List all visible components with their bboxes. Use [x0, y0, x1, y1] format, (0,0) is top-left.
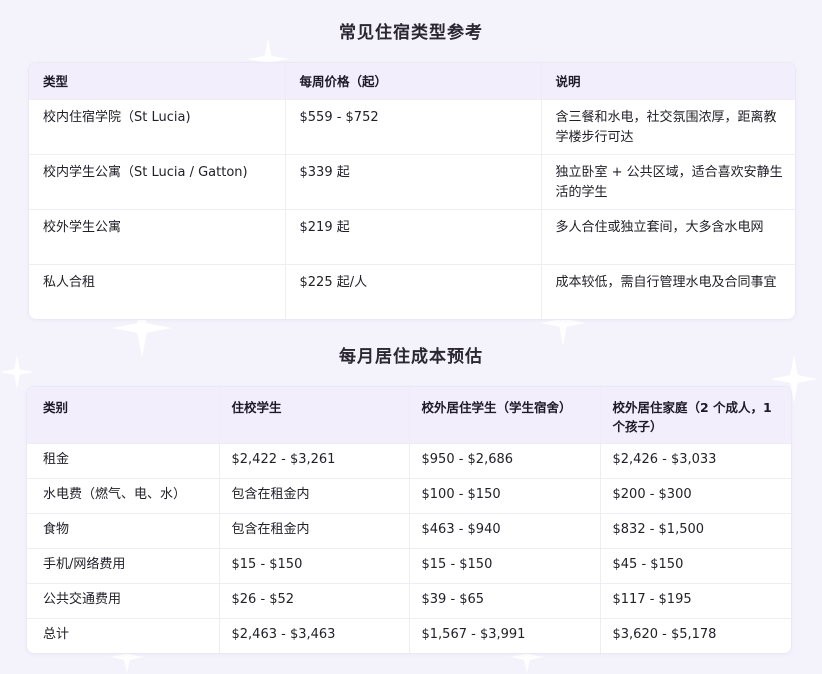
cost-value-cell: 包含在租金内 — [218, 513, 409, 549]
table-row: 食物 包含在租金内 $463 - $940 $832 - $1,500 — [27, 513, 791, 549]
costs-table: 类别 住校学生 校外居住学生（学生宿舍） 校外居住家庭（2 个成人，1 个孩子）… — [27, 387, 791, 653]
column-header-off-campus-student: 校外居住学生（学生宿舍） — [408, 387, 600, 444]
cost-value-cell: $45 - $150 — [599, 548, 791, 584]
cost-value-cell: $15 - $150 — [408, 548, 600, 584]
cost-value-cell: $832 - $1,500 — [599, 513, 791, 549]
cost-value-cell: $200 - $300 — [599, 478, 791, 514]
table-row: 校内住宿学院（St Lucia) $559 - $752 含三餐和水电，社交氛围… — [29, 99, 795, 155]
cost-value-cell: $15 - $150 — [218, 548, 409, 584]
housing-table-card: 类型 每周价格（起） 说明 校内住宿学院（St Lucia) $559 - $7… — [28, 62, 796, 320]
column-header-weekly-price: 每周价格（起） — [284, 63, 541, 100]
housing-type-cell: 校内住宿学院（St Lucia) — [29, 99, 285, 155]
housing-type-cell: 私人合租 — [29, 264, 285, 319]
column-header-description: 说明 — [540, 63, 795, 100]
table-row: 租金 $2,422 - $3,261 $950 - $2,686 $2,426 … — [27, 443, 791, 479]
cost-value-cell: $39 - $65 — [408, 583, 600, 619]
table-header-row: 类别 住校学生 校外居住学生（学生宿舍） 校外居住家庭（2 个成人，1 个孩子） — [27, 387, 791, 444]
table-row: 公共交通费用 $26 - $52 $39 - $65 $117 - $195 — [27, 583, 791, 619]
housing-table: 类型 每周价格（起） 说明 校内住宿学院（St Lucia) $559 - $7… — [29, 63, 795, 319]
cost-category-cell: 公共交通费用 — [27, 583, 219, 619]
housing-type-cell: 校外学生公寓 — [29, 209, 285, 265]
cost-value-cell: $100 - $150 — [408, 478, 600, 514]
cost-value-cell: $2,426 - $3,033 — [599, 443, 791, 479]
table-row: 私人合租 $225 起/人 成本较低，需自行管理水电及合同事宜 — [29, 264, 795, 319]
cost-category-cell: 水电费（燃气、电、水） — [27, 478, 219, 514]
housing-description-cell: 独立卧室 + 公共区域，适合喜欢安静生活的学生 — [540, 154, 795, 210]
cost-category-cell: 手机/网络费用 — [27, 548, 219, 584]
cost-value-cell: $950 - $2,686 — [408, 443, 600, 479]
table-row: 校外学生公寓 $219 起 多人合住或独立套间，大多含水电网 — [29, 209, 795, 265]
housing-section-title: 常见住宿类型参考 — [339, 23, 483, 43]
column-header-type: 类型 — [29, 63, 285, 100]
housing-description-cell: 成本较低，需自行管理水电及合同事宜 — [540, 264, 795, 319]
cost-value-cell: $2,463 - $3,463 — [218, 618, 409, 653]
cost-value-cell: $117 - $195 — [599, 583, 791, 619]
cost-category-cell: 租金 — [27, 443, 219, 479]
cost-category-cell: 总计 — [27, 618, 219, 653]
cost-value-cell: $463 - $940 — [408, 513, 600, 549]
table-row: 手机/网络费用 $15 - $150 $15 - $150 $45 - $150 — [27, 548, 791, 584]
housing-price-cell: $219 起 — [284, 209, 541, 265]
cost-value-cell: $26 - $52 — [218, 583, 409, 619]
housing-type-cell: 校内学生公寓（St Lucia / Gatton) — [29, 154, 285, 210]
costs-section-title: 每月居住成本预估 — [339, 347, 483, 367]
costs-table-card: 类别 住校学生 校外居住学生（学生宿舍） 校外居住家庭（2 个成人，1 个孩子）… — [26, 386, 792, 654]
cost-value-cell: $1,567 - $3,991 — [408, 618, 600, 653]
cost-value-cell: $2,422 - $3,261 — [218, 443, 409, 479]
column-header-on-campus: 住校学生 — [218, 387, 409, 444]
housing-description-cell: 含三餐和水电，社交氛围浓厚，距离教学楼步行可达 — [540, 99, 795, 155]
housing-price-cell: $559 - $752 — [284, 99, 541, 155]
cost-category-cell: 食物 — [27, 513, 219, 549]
housing-price-cell: $339 起 — [284, 154, 541, 210]
column-header-off-campus-family: 校外居住家庭（2 个成人，1 个孩子） — [599, 387, 791, 444]
table-row: 总计 $2,463 - $3,463 $1,567 - $3,991 $3,62… — [27, 618, 791, 653]
cost-value-cell: 包含在租金内 — [218, 478, 409, 514]
housing-price-cell: $225 起/人 — [284, 264, 541, 319]
table-header-row: 类型 每周价格（起） 说明 — [29, 63, 795, 100]
cost-value-cell: $3,620 - $5,178 — [599, 618, 791, 653]
housing-description-cell: 多人合住或独立套间，大多含水电网 — [540, 209, 795, 265]
table-row: 水电费（燃气、电、水） 包含在租金内 $100 - $150 $200 - $3… — [27, 478, 791, 514]
table-row: 校内学生公寓（St Lucia / Gatton) $339 起 独立卧室 + … — [29, 154, 795, 210]
column-header-category: 类别 — [27, 387, 219, 444]
